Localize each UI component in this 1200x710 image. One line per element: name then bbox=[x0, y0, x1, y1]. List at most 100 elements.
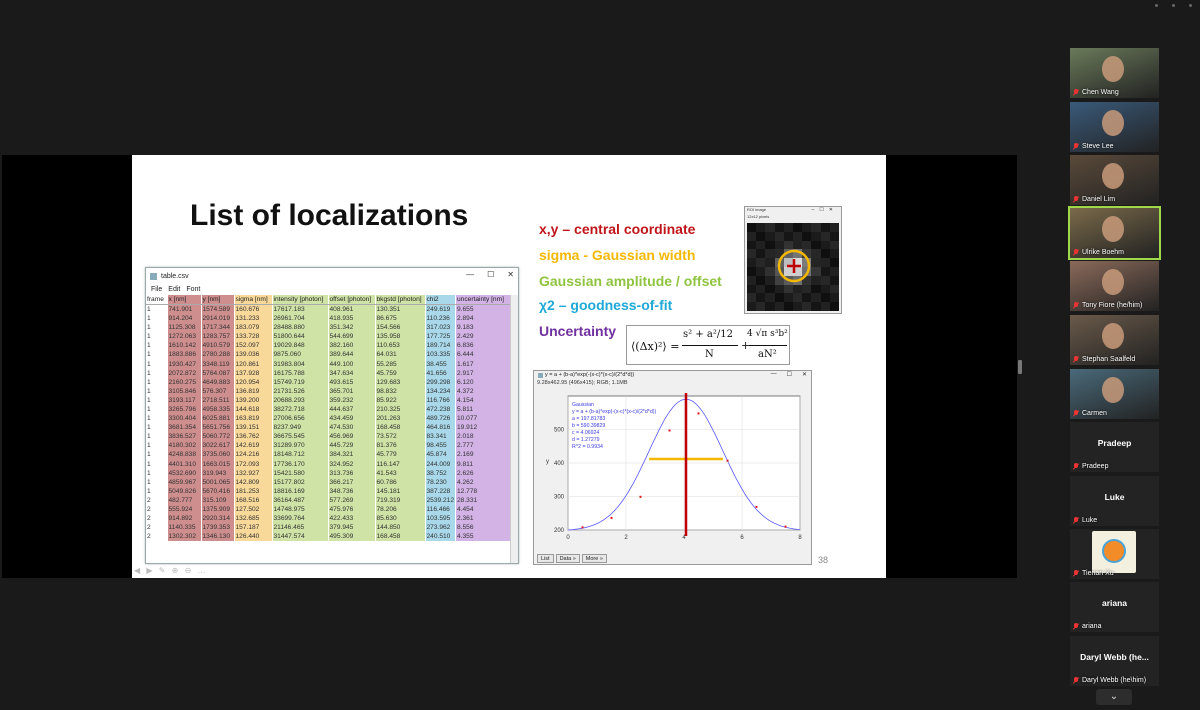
localization-table[interactable]: frame x [nm] y [nm] sigma [nm] intensity [ph… bbox=[146, 295, 518, 563]
participant-tile[interactable]: Tony Fiore (he/him) bbox=[1070, 261, 1159, 311]
participant-tile[interactable]: Daniel Lim bbox=[1070, 155, 1159, 205]
menu-edit[interactable]: Edit bbox=[168, 286, 180, 293]
plot-button-list[interactable]: List bbox=[537, 554, 554, 563]
participant-tile[interactable]: Luke Luke bbox=[1070, 476, 1159, 526]
table-cell: 120.954 bbox=[234, 377, 273, 387]
column-header[interactable]: x [nm] bbox=[167, 295, 202, 305]
table-cell: 110.236 bbox=[425, 314, 457, 324]
table-row[interactable]: 1 1125.308 1717.344 183.079 28488.880 351.342… bbox=[146, 323, 514, 333]
table-row[interactable]: 1 914.204 2914.019 131.233 26961.704 418.935 8… bbox=[146, 314, 514, 324]
table-row[interactable]: 1 3105.846 576.307 136.819 21731.526 365.701 9… bbox=[146, 386, 514, 396]
participant-tile[interactable]: Pradeep Pradeep bbox=[1070, 422, 1159, 472]
menu-font[interactable]: Font bbox=[186, 286, 200, 293]
participant-display-name: Daryl Webb (he... bbox=[1080, 652, 1149, 662]
table-row[interactable]: 2 555.924 1375.909 127.502 14748.975 475.976 7… bbox=[146, 504, 514, 515]
table-cell: 51800.644 bbox=[272, 332, 329, 342]
table-csv-window[interactable]: table.csv — ☐ ✕ File Edit Font frame x [nm]… bbox=[145, 267, 519, 564]
table-cell: 2 bbox=[146, 523, 168, 533]
gaussian-fit-plot-window[interactable]: y = a + (b-a)*exp(-(x-c)*(x-c)/(2*d*d)) … bbox=[533, 370, 812, 565]
participants-scroll-down-button[interactable]: ⌄ bbox=[1096, 689, 1132, 705]
table-row[interactable]: 1 4180.302 3022.617 142.619 31289.970 445.729… bbox=[146, 441, 514, 451]
roi-titlebar[interactable]: ROI image –☐✕ bbox=[745, 207, 841, 214]
close-icon[interactable]: ✕ bbox=[507, 270, 514, 279]
table-row[interactable]: 2 482.777 315.109 168.516 36164.487 577.269 71… bbox=[146, 495, 514, 505]
table-cell: 914.204 bbox=[167, 314, 202, 324]
table-cell: 17736.170 bbox=[272, 459, 329, 469]
plot-button-data[interactable]: Data » bbox=[555, 554, 580, 563]
plot-button-more[interactable]: More » bbox=[581, 554, 607, 563]
table-cell: 83.341 bbox=[425, 432, 457, 442]
table-row[interactable]: 2 1302.302 1346.130 126.440 31447.574 495.309… bbox=[146, 532, 514, 542]
slide-title: List of localizations bbox=[190, 199, 469, 232]
table-row[interactable]: 1 3300.404 6025.881 163.819 27006.656 434.459… bbox=[146, 414, 514, 424]
table-row[interactable]: 1 1610.142 4910.579 152.097 19029.848 382.160… bbox=[146, 341, 514, 351]
table-row[interactable]: 1 3681.354 5651.756 139.151 8237.949 474.530 1… bbox=[146, 423, 514, 433]
participant-tile[interactable]: Ulrike Boehm bbox=[1068, 206, 1161, 260]
table-row[interactable]: 1 1883.886 2780.288 139.036 9875.060 389.644 6… bbox=[146, 350, 514, 360]
roi-window-controls[interactable]: –☐✕ bbox=[812, 207, 838, 213]
column-header[interactable]: uncertainty [nm] bbox=[455, 295, 514, 305]
participant-tile[interactable]: Stephan Saalfeld bbox=[1070, 315, 1159, 365]
table-row[interactable]: 1 741.901 1574.589 160.676 17617.183 408.961 1… bbox=[146, 304, 514, 314]
plot-titlebar[interactable]: y = a + (b-a)*exp(-(x-c)*(x-c)/(2*d*d)) … bbox=[534, 371, 811, 379]
slide-controls[interactable]: ◀ ▶ ✎ ⊕ ⊖ … bbox=[134, 566, 208, 575]
column-header[interactable]: sigma [nm] bbox=[234, 295, 273, 305]
participant-name: Ulrike Boehm bbox=[1082, 249, 1125, 256]
table-row[interactable]: 1 4401.310 1663.015 172.093 17736.170 324.952… bbox=[146, 459, 514, 469]
muted-mic-icon bbox=[1073, 143, 1079, 150]
column-header[interactable]: bkgstd [photon] bbox=[375, 295, 426, 305]
close-icon[interactable]: ✕ bbox=[802, 371, 807, 378]
participant-tile[interactable]: Chen Wang bbox=[1070, 48, 1159, 98]
table-cell: 5651.756 bbox=[201, 423, 235, 433]
column-header[interactable]: y [nm] bbox=[201, 295, 235, 305]
table-cell: 4910.579 bbox=[201, 341, 235, 351]
table-cell: 41.656 bbox=[425, 368, 457, 378]
table-cell: 1 bbox=[146, 459, 168, 469]
table-row[interactable]: 2 914.892 2920.314 132.685 33699.764 422.433 8… bbox=[146, 514, 514, 524]
menu-file[interactable]: File bbox=[151, 286, 162, 293]
participant-tile[interactable]: Steve Lee bbox=[1070, 102, 1159, 152]
maximize-icon[interactable]: ☐ bbox=[487, 270, 494, 279]
participant-tile[interactable]: ariana ariana bbox=[1070, 582, 1159, 632]
table-row[interactable]: 2 1140.335 1739.353 157.187 21146.465 379.945… bbox=[146, 523, 514, 533]
table-cell: 142.619 bbox=[234, 441, 273, 451]
table-cell: 12.778 bbox=[455, 486, 514, 496]
legend-item: sigma - Gaussian width bbox=[539, 247, 696, 263]
table-row[interactable]: 1 3836.527 5060.772 136.762 36675.545 456.969… bbox=[146, 432, 514, 442]
table-row[interactable]: 1 5049.826 5670.416 181.253 18816.169 348.736… bbox=[146, 486, 514, 496]
column-header[interactable]: offset [photon] bbox=[328, 295, 376, 305]
table-cell: 10.077 bbox=[455, 414, 514, 424]
table-row[interactable]: 1 2160.275 4649.883 120.954 15749.719 493.615… bbox=[146, 377, 514, 387]
participant-tile[interactable]: Tienan Xu bbox=[1070, 529, 1159, 579]
table-row[interactable]: 1 4532.690 319.943 132.927 15421.580 313.736 4… bbox=[146, 468, 514, 478]
x-tick-label: 0 bbox=[566, 535, 570, 541]
table-row[interactable]: 1 1272.063 1283.757 133.728 51800.644 544.699… bbox=[146, 332, 514, 342]
table-row[interactable]: 1 4859.967 5001.065 142.809 15177.802 366.217… bbox=[146, 477, 514, 487]
table-cell: 133.728 bbox=[234, 332, 273, 342]
table-cell: 134.234 bbox=[425, 386, 457, 396]
table-row[interactable]: 1 4248.838 3735.060 124.216 18148.712 384.321… bbox=[146, 450, 514, 460]
minimize-icon[interactable]: — bbox=[466, 270, 474, 279]
legend-item: Gaussian amplitude / offset bbox=[539, 273, 722, 289]
maximize-icon[interactable]: ☐ bbox=[787, 371, 792, 378]
table-scrollbar[interactable] bbox=[510, 295, 518, 563]
table-row[interactable]: 1 3193.117 2718.511 139.200 20688.293 359.232… bbox=[146, 395, 514, 405]
table-cell: 719.319 bbox=[375, 495, 426, 505]
participant-tile[interactable]: Daryl Webb (he... Daryl Webb (he\him) bbox=[1070, 636, 1159, 686]
meeting-window: List of localizations x,y – central coor… bbox=[0, 0, 1200, 710]
column-header[interactable]: frame bbox=[146, 295, 168, 305]
table-cell: 17617.183 bbox=[272, 304, 329, 314]
table-cell: 33699.764 bbox=[272, 514, 329, 524]
table-row[interactable]: 1 3265.796 4958.335 144.618 38272.718 444.637… bbox=[146, 404, 514, 415]
table-cell: 4859.967 bbox=[167, 477, 202, 487]
table-window-titlebar[interactable]: table.csv — ☐ ✕ bbox=[146, 268, 518, 284]
table-cell: 1 bbox=[146, 323, 168, 333]
column-header[interactable]: chi2 bbox=[425, 295, 457, 305]
table-row[interactable]: 1 1930.427 3348.119 120.861 31983.804 449.100… bbox=[146, 359, 514, 369]
minimize-icon[interactable]: — bbox=[771, 371, 777, 378]
roi-image-window[interactable]: ROI image –☐✕ 12x12 pixels bbox=[744, 206, 842, 314]
panel-resize-handle[interactable] bbox=[1018, 360, 1022, 374]
participant-tile[interactable]: Carmen bbox=[1070, 369, 1159, 419]
column-header[interactable]: intensity [photon] bbox=[272, 295, 329, 305]
table-row[interactable]: 1 2072.872 5764.087 137.928 16175.788 347.634… bbox=[146, 368, 514, 378]
